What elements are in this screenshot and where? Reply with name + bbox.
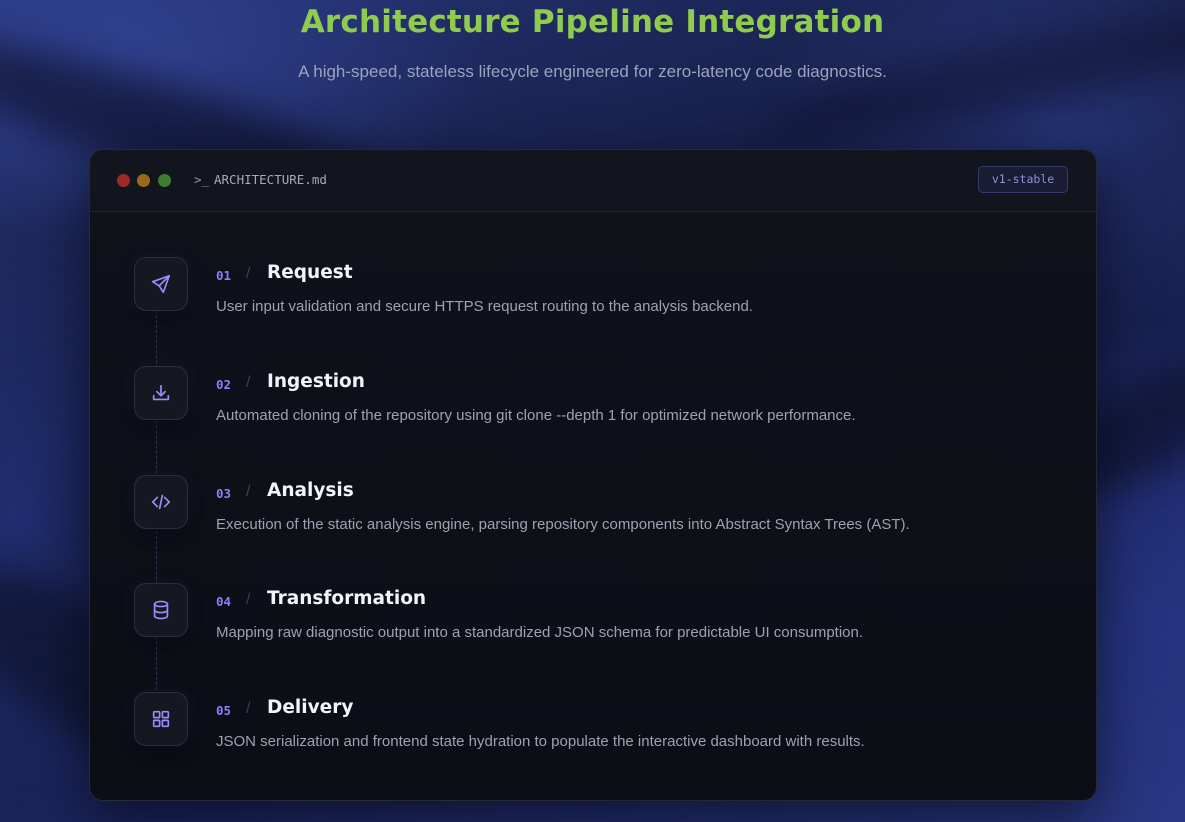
step-title: Delivery xyxy=(267,697,354,718)
step-description: User input validation and secure HTTPS r… xyxy=(216,298,753,315)
grid-icon xyxy=(134,692,188,746)
pipeline-step-ingestion: 02 / Ingestion Automated cloning of the … xyxy=(90,366,1096,456)
version-badge: v1-stable xyxy=(978,166,1068,193)
step-number: 01 xyxy=(216,268,232,283)
window-titlebar: >_ ARCHITECTURE.md v1-stable xyxy=(90,150,1096,212)
step-description: Execution of the static analysis engine,… xyxy=(216,516,910,533)
step-separator: / xyxy=(246,591,251,608)
pipeline-step-delivery: 05 / Delivery JSON serialization and fro… xyxy=(90,692,1096,782)
window-maximize-dot[interactable] xyxy=(158,174,171,187)
step-description: JSON serialization and frontend state hy… xyxy=(216,733,865,750)
step-separator: / xyxy=(246,700,251,717)
step-separator: / xyxy=(246,374,251,391)
step-title: Request xyxy=(267,262,353,283)
step-title: Ingestion xyxy=(267,371,365,392)
step-description: Automated cloning of the repository usin… xyxy=(216,407,856,424)
terminal-prompt-icon: >_ xyxy=(194,172,210,187)
step-number: 02 xyxy=(216,377,232,392)
step-title: Transformation xyxy=(267,588,427,609)
page-subtitle: A high-speed, stateless lifecycle engine… xyxy=(298,62,887,81)
step-description: Mapping raw diagnostic output into a sta… xyxy=(216,624,864,641)
step-separator: / xyxy=(246,483,251,500)
step-number: 05 xyxy=(216,703,232,718)
step-number: 04 xyxy=(216,594,232,609)
send-icon xyxy=(134,257,188,311)
pipeline-step-request: 01 / Request User input validation and s… xyxy=(90,257,1096,347)
window-minimize-dot[interactable] xyxy=(137,174,150,187)
pipeline-step-analysis: 03 / Analysis Execution of the static an… xyxy=(90,475,1096,565)
page-title: Architecture Pipeline Integration xyxy=(300,4,885,40)
window-close-dot[interactable] xyxy=(117,174,130,187)
step-title: Analysis xyxy=(267,480,354,501)
architecture-window: >_ ARCHITECTURE.md v1-stable 01 / Reques… xyxy=(89,149,1097,801)
step-number: 03 xyxy=(216,486,232,501)
step-separator: / xyxy=(246,265,251,282)
window-filename: ARCHITECTURE.md xyxy=(214,172,327,187)
pipeline-step-transformation: 04 / Transformation Mapping raw diagnost… xyxy=(90,583,1096,673)
download-icon xyxy=(134,366,188,420)
code-icon xyxy=(134,475,188,529)
database-icon xyxy=(134,583,188,637)
